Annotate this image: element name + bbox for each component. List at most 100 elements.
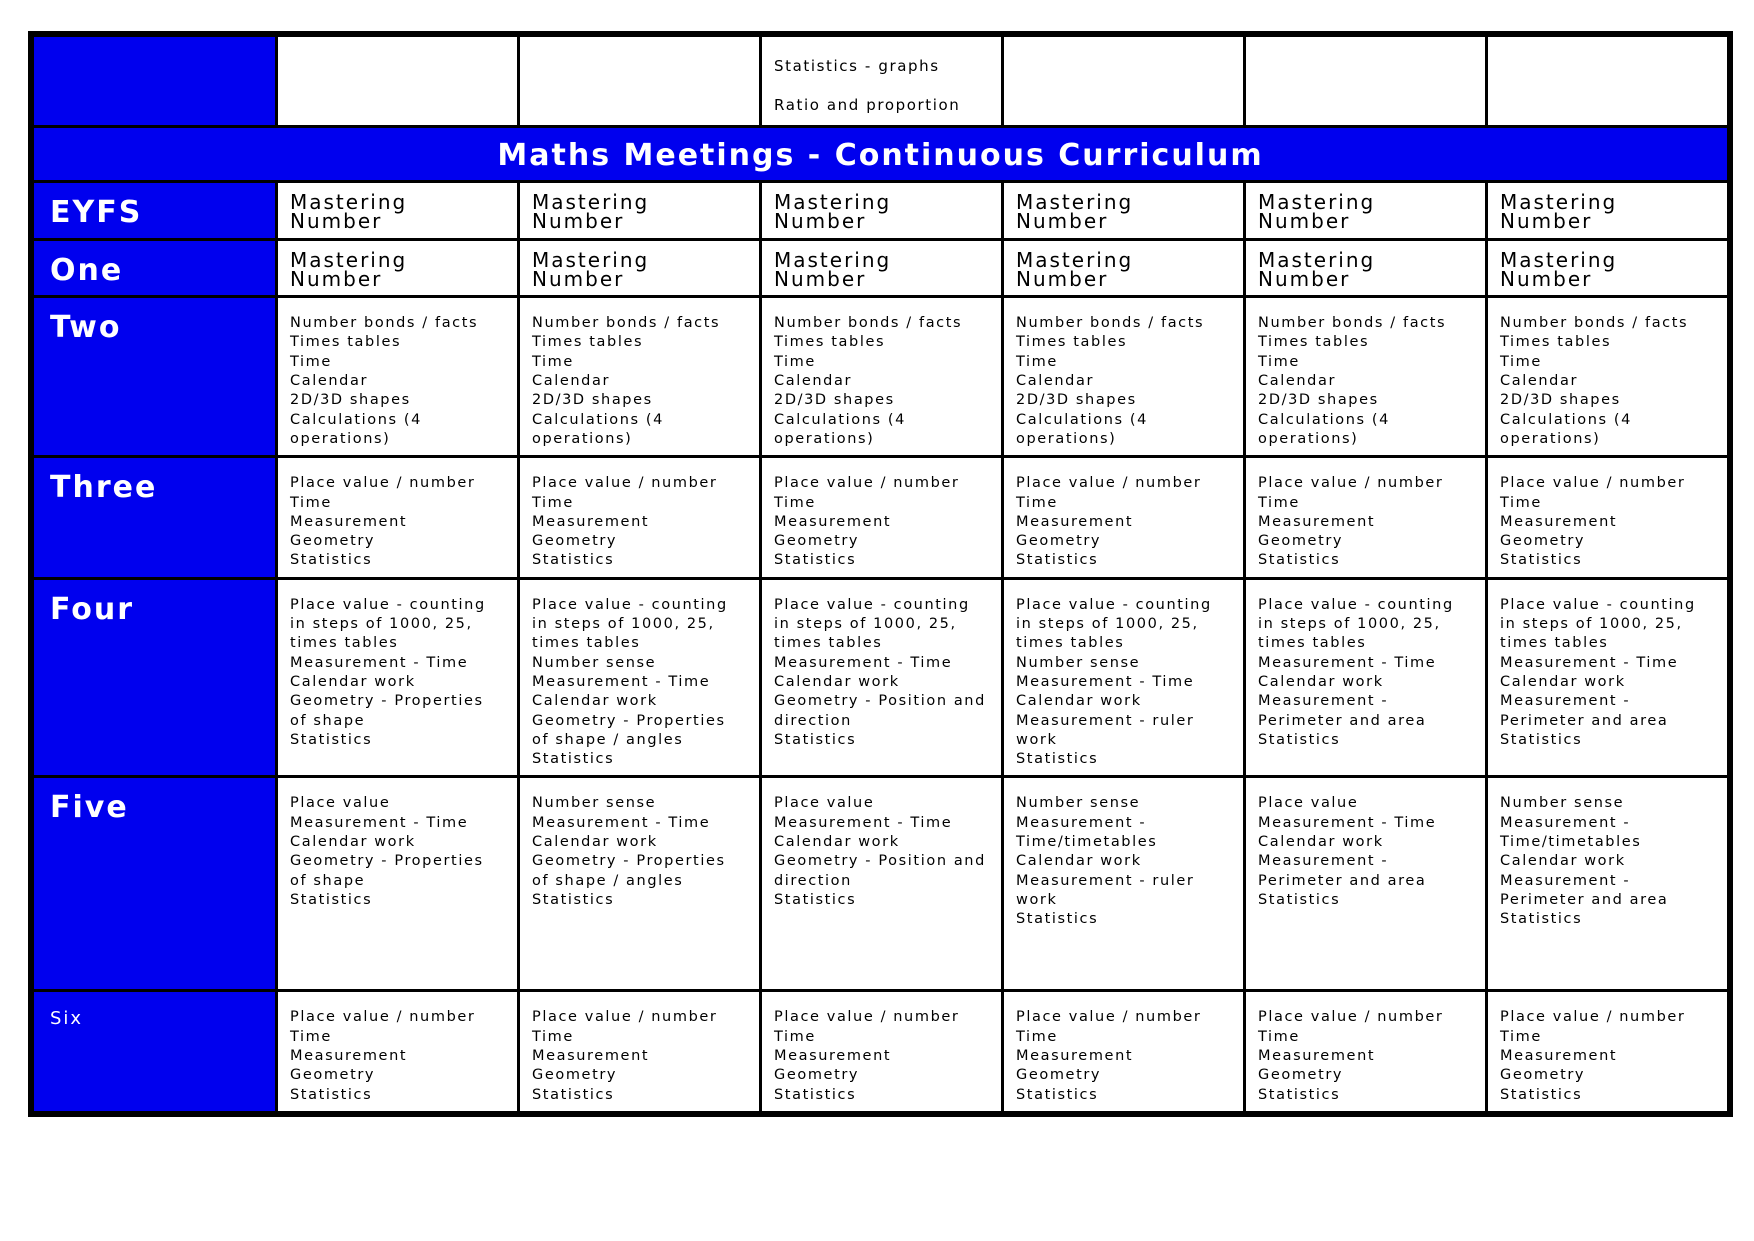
- topic-item: Measurement: [1258, 1048, 1376, 1065]
- topic-item: Place value - counting in steps of 1000,…: [1258, 596, 1454, 652]
- topic-item: Mastering Number: [774, 190, 892, 234]
- topic-item: Measurement: [532, 1048, 650, 1065]
- curriculum-cell: Mastering Number: [759, 237, 1004, 299]
- topic-item: Calculations (4 operations): [1500, 411, 1632, 447]
- curriculum-cell: Number bonds / facts Times tables Time Cale…: [1243, 295, 1488, 459]
- curriculum-cell: Number bonds / facts Times tables Time Cale…: [275, 295, 520, 459]
- topic-item: 2D/3D shapes: [774, 392, 895, 409]
- topic-item: Number bonds / facts: [1016, 315, 1205, 332]
- topic-item: Measurement: [1500, 513, 1618, 530]
- topic-item: Time: [532, 353, 574, 370]
- topic-item: Geometry: [1016, 1067, 1102, 1084]
- topic-item: Geometry: [1500, 1067, 1586, 1084]
- topic-item: 2D/3D shapes: [1500, 392, 1621, 409]
- topic-item: Geometry: [290, 533, 376, 550]
- topic-item: Place value / number: [774, 1009, 960, 1026]
- topic-item: Time: [532, 494, 574, 511]
- topic-item: Calendar work: [532, 834, 658, 851]
- curriculum-cell: Number sense Measurement - Time/timetable…: [1485, 775, 1730, 993]
- topic-item: Times tables: [1258, 334, 1370, 351]
- topic-item: Place value - counting in steps of 1000,…: [290, 596, 486, 652]
- curriculum-cell: Place value - counting in steps of 1000,…: [517, 576, 762, 779]
- year-label: Two: [31, 295, 278, 459]
- topic-item: Statistics: [532, 891, 615, 908]
- curriculum-cell: Place value / number Time Measurement Geome…: [1485, 455, 1730, 580]
- year-label: Six: [31, 989, 278, 1114]
- curriculum-cell: Number sense Measurement - Time Calendar w…: [517, 775, 762, 993]
- topic-item: Geometry: [1258, 533, 1344, 550]
- topic-item: Measurement: [290, 513, 408, 530]
- topic-item: Mastering Number: [1016, 190, 1134, 234]
- topic-item: Times tables: [290, 334, 402, 351]
- topic-item: Number bonds / facts: [1258, 315, 1447, 332]
- topic-item: Place value: [1258, 795, 1359, 812]
- topic-item: Time: [1500, 494, 1542, 511]
- topic-item: Geometry: [1016, 533, 1102, 550]
- curriculum-cell: Place value - counting in steps of 1000,…: [1001, 576, 1246, 779]
- curriculum-cell: Mastering Number: [1243, 180, 1488, 241]
- topic-item: Time: [1016, 494, 1058, 511]
- curriculum-cell: Mastering Number: [759, 180, 1004, 241]
- topic-item: Calendar: [532, 373, 611, 390]
- topic-item: Place value / number: [1258, 475, 1444, 492]
- year-row-three: Three Place value / number Time Measurement…: [31, 455, 1730, 580]
- topic-item: Times tables: [1500, 334, 1612, 351]
- topic-item: Geometry - Properties of shape / angles: [532, 853, 726, 889]
- topic-item: Measurement - Time: [532, 673, 711, 690]
- topic-item: Place value - counting in steps of 1000,…: [532, 596, 728, 652]
- topic-item: Measurement: [532, 513, 650, 530]
- topic-item: Place value / number: [1500, 475, 1686, 492]
- curriculum-cell: Place value - counting in steps of 1000,…: [759, 576, 1004, 779]
- topic-item: Place value - counting in steps of 1000,…: [1500, 596, 1696, 652]
- curriculum-cell: Number bonds / facts Times tables Time Cale…: [759, 295, 1004, 459]
- top-row-label-cell: [31, 34, 278, 128]
- topic-item: Measurement - Perimeter and area: [1500, 872, 1669, 908]
- curriculum-cell: Place value / number Time Measurement Geome…: [759, 455, 1004, 580]
- topic-item: 2D/3D shapes: [1016, 392, 1137, 409]
- curriculum-cell: Place value Measurement - Time Calendar wo…: [1243, 775, 1488, 993]
- year-label: EYFS: [31, 180, 278, 241]
- year-label: One: [31, 237, 278, 299]
- topic-item: Calendar work: [532, 693, 658, 710]
- topic-item: Number sense: [532, 654, 657, 671]
- topic-item: Measurement - Perimeter and area: [1258, 693, 1427, 729]
- topic-item: Statistics: [774, 731, 857, 748]
- curriculum-cell: Number bonds / facts Times tables Time Cale…: [1485, 295, 1730, 459]
- topic-item: Statistics: [290, 552, 373, 569]
- topic-item: Time: [1016, 353, 1058, 370]
- topic-item: Place value / number: [1016, 1009, 1202, 1026]
- top-cell: [517, 34, 762, 128]
- topic-item: Calendar work: [774, 834, 900, 851]
- curriculum-table: Statistics - graphs Ratio and proportion …: [28, 31, 1733, 1117]
- year-label: Three: [31, 455, 278, 580]
- topic-item: Measurement - ruler work: [1016, 872, 1195, 908]
- topic-item: Calculations (4 operations): [1016, 411, 1148, 447]
- topic-item: 2D/3D shapes: [290, 392, 411, 409]
- topic-item: Measurement - Time/timetables: [1500, 814, 1642, 851]
- topic-item: Place value / number: [1016, 475, 1202, 492]
- topic-item: Statistics: [532, 552, 615, 569]
- topic-item: Mastering Number: [1258, 190, 1376, 234]
- topic-item: Geometry - Properties of shape: [290, 693, 484, 729]
- topic-item: Statistics: [1016, 1086, 1099, 1103]
- topic-item: Calendar work: [1016, 853, 1142, 870]
- top-cell: [1243, 34, 1488, 128]
- year-label: Four: [31, 576, 278, 779]
- topic-item: Geometry - Position and direction: [774, 693, 986, 729]
- topic-item: Place value - counting in steps of 1000,…: [774, 596, 970, 652]
- year-row-one: One Mastering Number Mastering Number Maste…: [31, 237, 1730, 299]
- topic-item: Place value / number: [532, 1009, 718, 1026]
- curriculum-cell: Place value - counting in steps of 1000,…: [1485, 576, 1730, 779]
- top-row: Statistics - graphs Ratio and proportion: [31, 34, 1730, 128]
- topic-item: Measurement - Time: [1500, 654, 1679, 671]
- topic-item: Number sense: [1016, 654, 1141, 671]
- topic-item: Number sense: [1016, 795, 1141, 812]
- topic-item: Calendar: [1500, 373, 1579, 390]
- title-row: Maths Meetings - Continuous Curriculum: [31, 125, 1730, 183]
- curriculum-cell: Number bonds / facts Times tables Time Cale…: [517, 295, 762, 459]
- topic-item: Measurement - Time: [290, 814, 469, 831]
- topic-item: Statistics: [1500, 911, 1583, 928]
- curriculum-cell: Mastering Number: [275, 180, 520, 241]
- topic-item: Calendar work: [1500, 853, 1626, 870]
- topic-item: Calculations (4 operations): [1258, 411, 1390, 447]
